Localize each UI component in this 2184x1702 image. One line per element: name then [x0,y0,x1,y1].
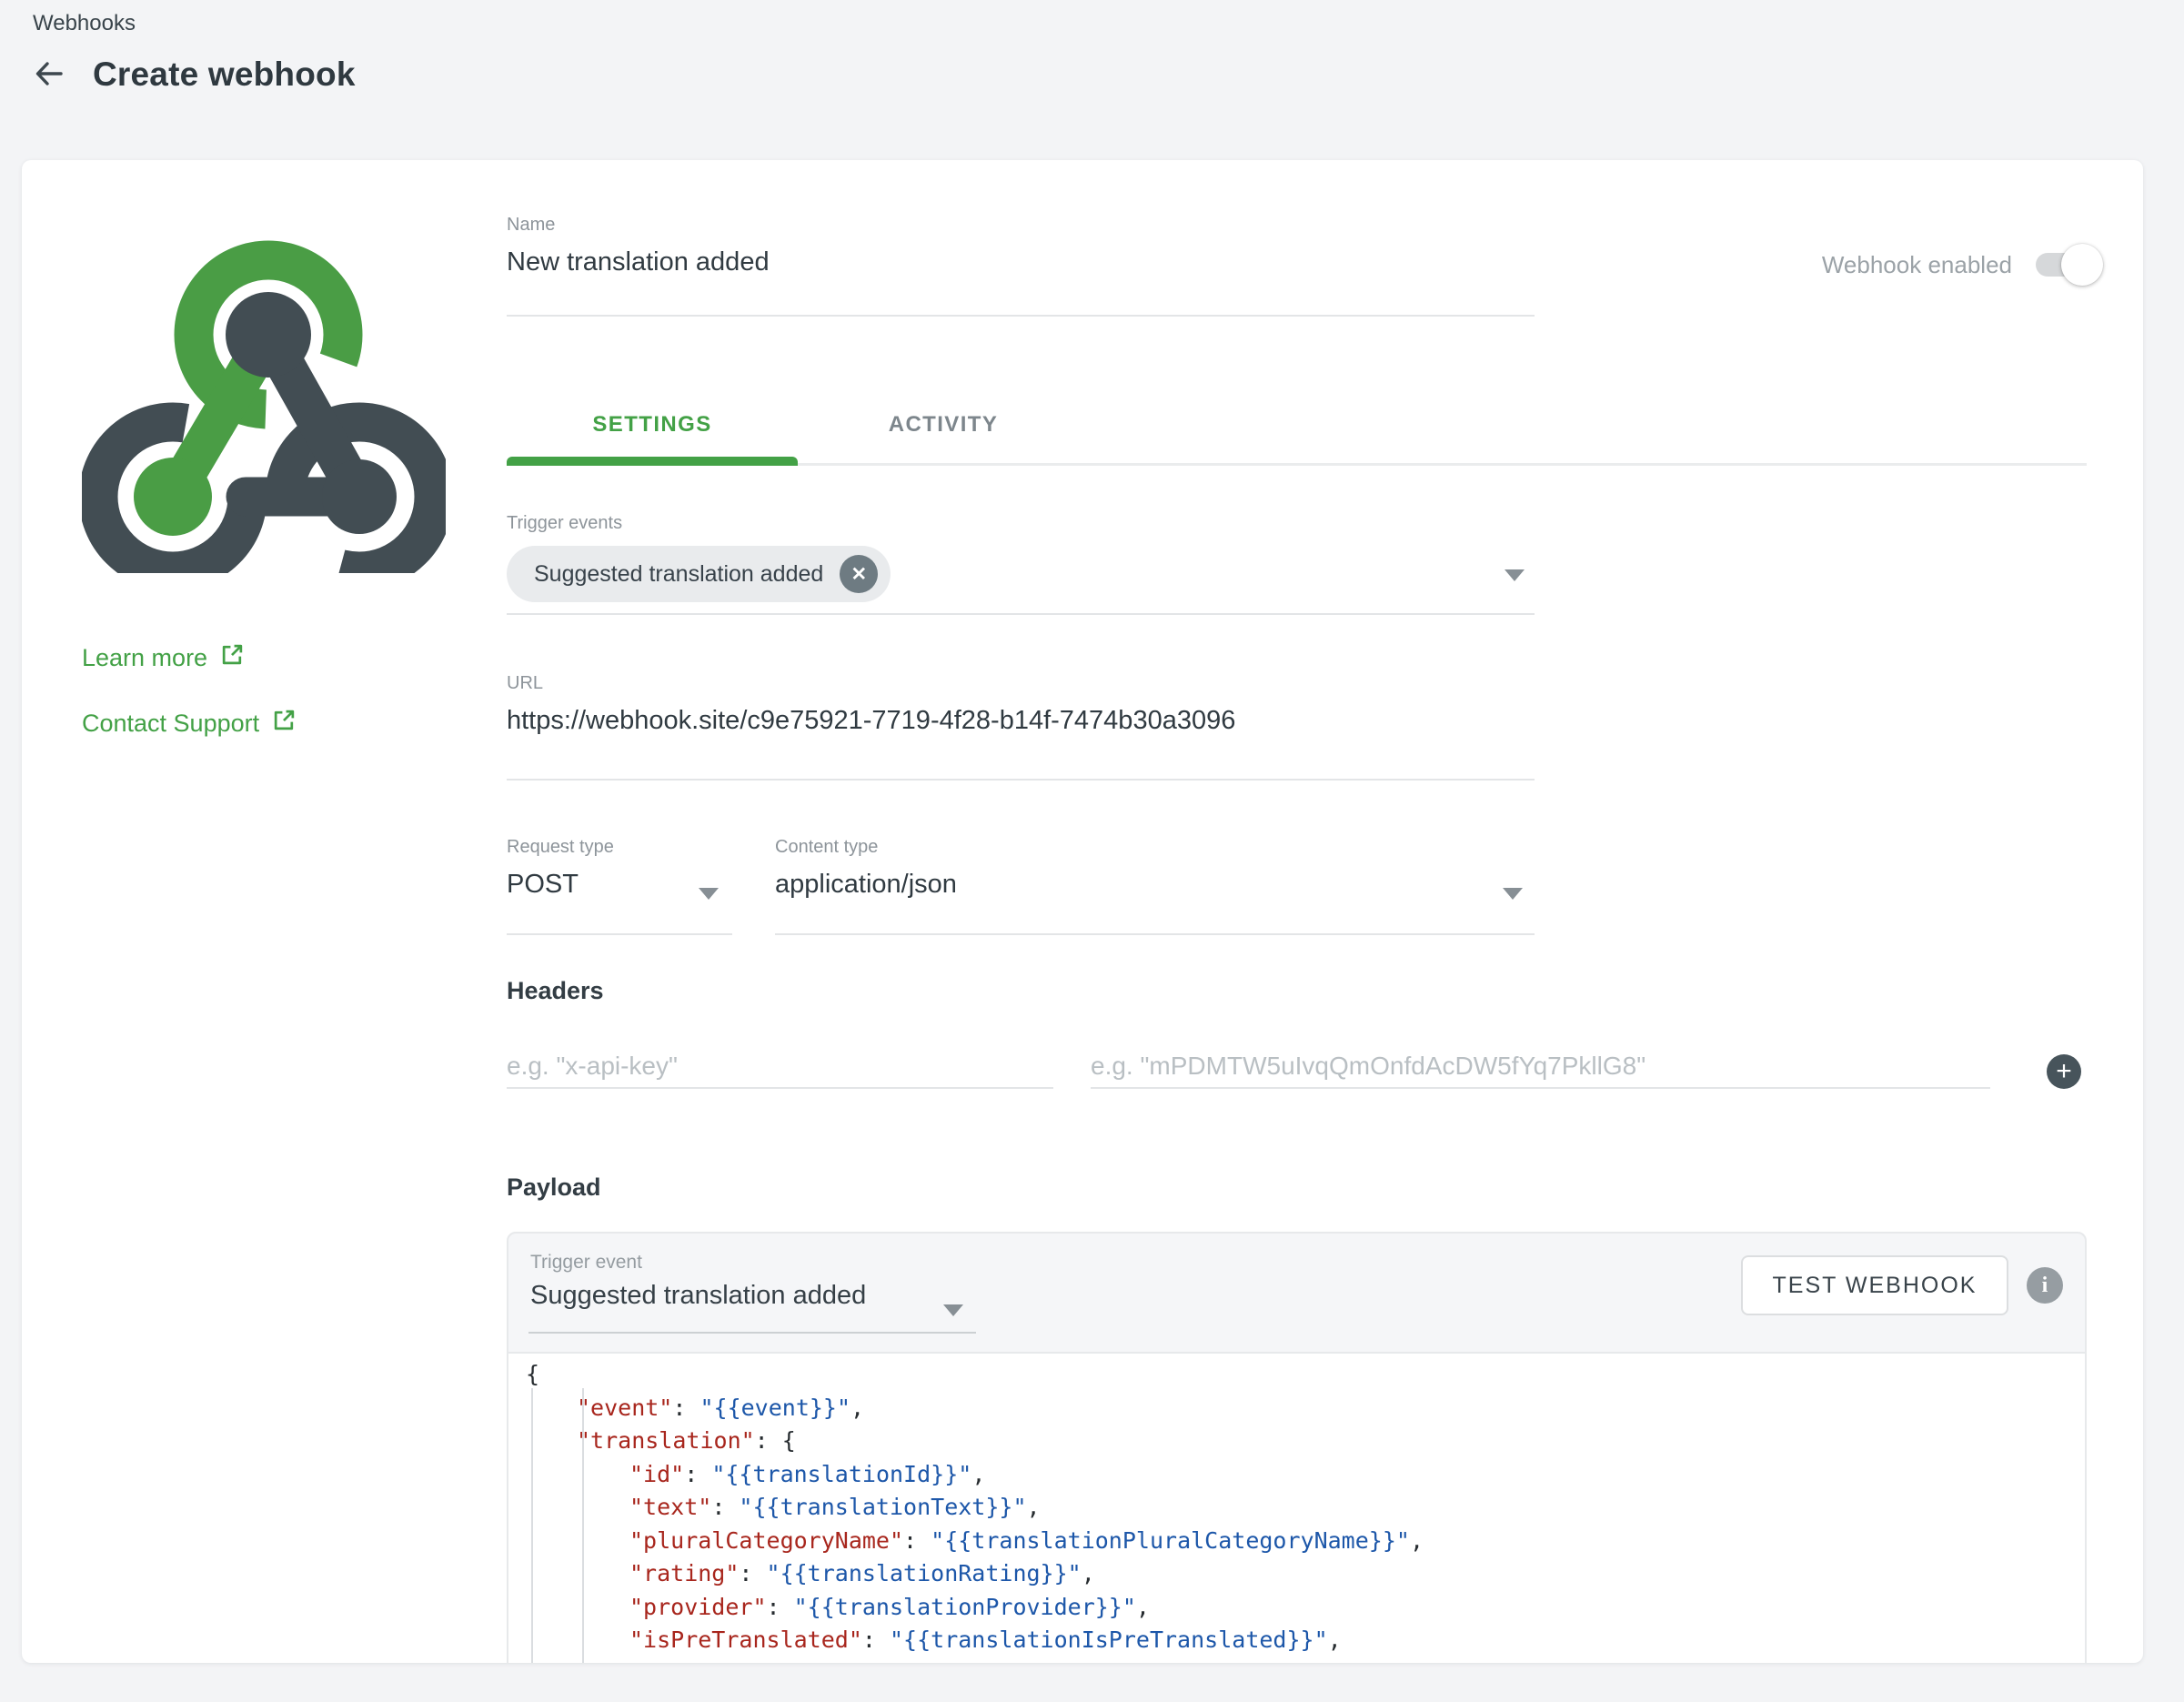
tab-settings[interactable]: SETTINGS [507,398,798,451]
breadcrumb[interactable]: Webhooks [33,11,136,36]
back-arrow-icon [31,55,67,95]
toggle-knob [2061,244,2103,286]
code-line: "isPreTranslated": "{{translationIsPreTr… [508,1624,2085,1657]
trigger-event-chip[interactable]: Suggested translation added ✕ [507,546,891,602]
request-type-caret[interactable] [699,888,719,900]
payload-panel-header: Trigger event Suggested translation adde… [508,1234,2085,1354]
header-key-field [507,1045,1053,1089]
info-button[interactable]: i [2027,1267,2063,1304]
request-type-select[interactable]: POST [507,870,579,900]
url-input[interactable] [507,706,1535,736]
external-link-icon [220,642,245,673]
request-type-label: Request type [507,837,614,858]
code-line: { [508,1358,2085,1392]
name-label: Name [507,215,555,236]
test-webhook-button[interactable]: TEST WEBHOOK [1741,1255,2008,1315]
tab-activity[interactable]: ACTIVITY [798,398,1089,451]
plus-icon: + [2056,1055,2072,1088]
code-line: "id": "{{translationId}}", [508,1458,2085,1492]
page-title: Create webhook [93,55,356,94]
payload-trigger-event-caret[interactable] [943,1304,963,1316]
chip-remove-button[interactable]: ✕ [840,555,878,593]
webhook-enabled-label: Webhook enabled [1822,251,2012,279]
title-row: Create webhook [27,53,356,96]
trigger-events-dropdown-caret[interactable] [1505,569,1525,581]
name-input[interactable] [507,247,1535,277]
indent-guide [531,1388,533,1663]
webhook-card: Learn more Contact Support Name Webhook … [22,160,2143,1663]
trigger-events-underline [507,613,1535,615]
request-type-underline [507,933,732,935]
code-line: "rating": "{{translationRating}}", [508,1557,2085,1591]
webhook-enabled-toggle[interactable] [2036,244,2099,286]
add-header-button[interactable]: + [2047,1054,2081,1089]
contact-support-link[interactable]: Contact Support [82,708,297,739]
content-type-select[interactable]: application/json [775,870,957,900]
payload-code-editor[interactable]: {"event": "{{event}}","translation": {"i… [508,1354,2085,1663]
content-type-caret[interactable] [1503,888,1523,900]
code-line: "pluralCategoryName": "{{translationPlur… [508,1525,2085,1558]
active-tab-indicator [507,457,798,466]
back-button[interactable] [27,53,71,96]
url-label: URL [507,673,543,694]
code-line: "provider": "{{translationProvider}}", [508,1591,2085,1625]
headers-section-title: Headers [507,977,604,1005]
content-type-underline [775,933,1535,935]
code-line: "createdAt": "{{translationCreatedAt}}", [508,1657,2085,1664]
webhook-logo-icon [82,233,446,578]
webhook-enabled-row: Webhook enabled [1822,244,2099,286]
name-underline [507,315,1535,317]
content-type-label: Content type [775,837,878,858]
code-line: "translation": { [508,1425,2085,1458]
payload-trigger-event-underline [528,1332,976,1334]
header-value-field [1091,1045,1990,1089]
chip-label: Suggested translation added [534,561,823,588]
indent-guide [582,1388,584,1663]
learn-more-label: Learn more [82,644,207,672]
contact-support-label: Contact Support [82,710,259,738]
payload-panel: Trigger event Suggested translation adde… [507,1232,2087,1663]
info-icon: i [2042,1274,2048,1298]
header-value-input[interactable] [1091,1045,1990,1087]
close-icon: ✕ [851,563,868,586]
external-link-icon [272,708,297,739]
payload-trigger-event-select[interactable]: Suggested translation added [530,1281,866,1311]
payload-section-title: Payload [507,1173,601,1202]
url-underline [507,779,1535,781]
code-line: "text": "{{translationText}}", [508,1491,2085,1525]
code-line: "event": "{{event}}", [508,1392,2085,1425]
create-webhook-page: Webhooks Create webhook [0,0,2184,1702]
header-key-input[interactable] [507,1045,1053,1087]
payload-trigger-event-label: Trigger event [530,1252,642,1274]
trigger-events-label: Trigger events [507,513,622,534]
learn-more-link[interactable]: Learn more [82,642,245,673]
